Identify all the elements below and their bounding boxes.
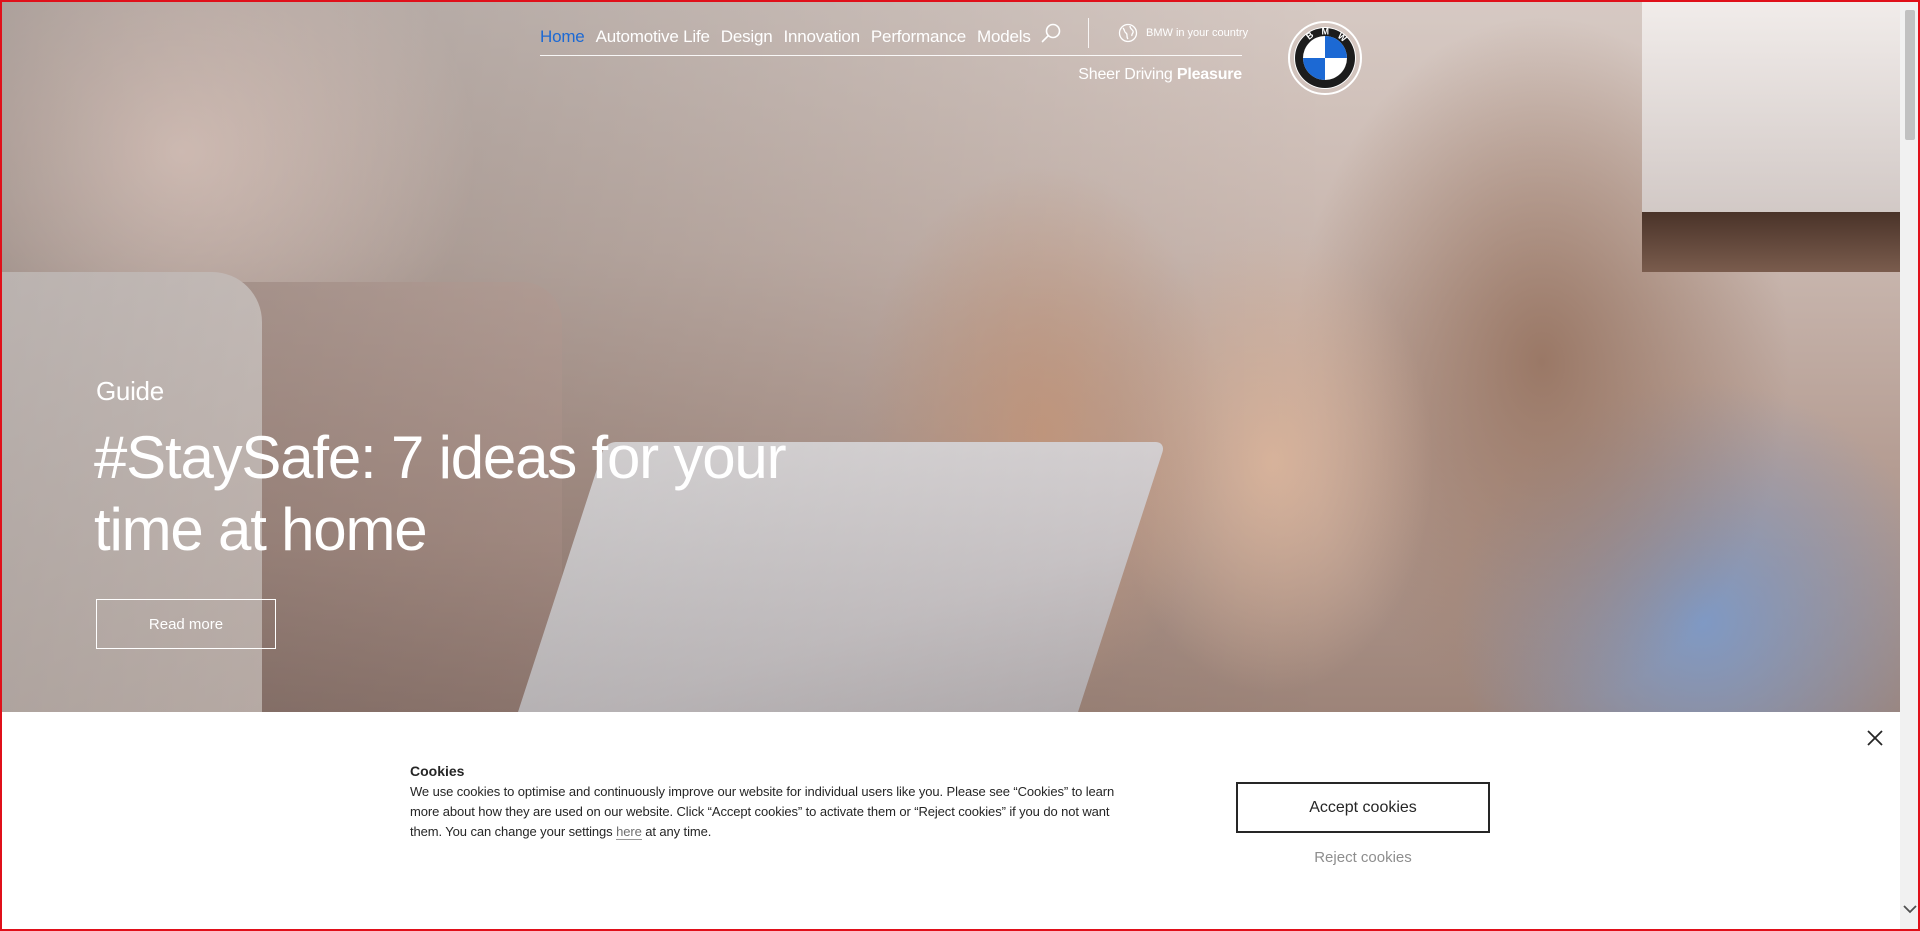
nav-item-home[interactable]: Home — [540, 27, 585, 47]
search-button[interactable] — [1038, 18, 1064, 48]
globe-icon — [1118, 23, 1138, 43]
nav-item-design[interactable]: Design — [721, 27, 773, 47]
hero-category-label: Guide — [96, 376, 164, 406]
chevron-down-icon — [1903, 905, 1917, 914]
tagline-regular: Sheer Driving — [1078, 66, 1173, 83]
svg-text:M: M — [1322, 27, 1330, 37]
hero-image-overlay — [2, 2, 1900, 712]
country-selector-label: BMW in your country — [1146, 27, 1249, 39]
hero-banner: Home Automotive Life Design Innovation P… — [2, 2, 1900, 712]
nav-item-models[interactable]: Models — [977, 27, 1031, 47]
accept-cookies-button[interactable]: Accept cookies — [1236, 782, 1490, 833]
nav-item-automotive-life[interactable]: Automotive Life — [596, 27, 710, 47]
nav-links: Home Automotive Life Design Innovation P… — [540, 22, 1031, 52]
cookie-settings-link[interactable]: here — [616, 824, 642, 840]
cookie-banner-text: We use cookies to optimise and continuou… — [410, 782, 1120, 842]
cookie-text-end: at any time. — [641, 824, 712, 839]
scrollbar-thumb[interactable] — [1905, 10, 1915, 140]
cookie-text-main: We use cookies to optimise and continuou… — [410, 784, 1115, 839]
cookie-banner-title: Cookies — [410, 763, 465, 779]
close-cookie-banner-button[interactable] — [1864, 727, 1886, 749]
tagline-bold: Pleasure — [1176, 66, 1242, 83]
scroll-down-button[interactable] — [1903, 902, 1917, 916]
page-scrollbar[interactable] — [1900, 2, 1918, 929]
cookie-banner: Cookies We use cookies to optimise and c… — [2, 712, 1900, 929]
reject-cookies-button[interactable]: Reject cookies — [1236, 845, 1490, 869]
close-icon — [1867, 730, 1883, 746]
hero-headline: #StaySafe: 7 ideas for your time at home — [94, 424, 787, 563]
brand-tagline: Sheer Driving Pleasure — [1002, 66, 1242, 84]
bmw-roundel-logo: B M W — [1288, 21, 1362, 95]
country-selector[interactable]: BMW in your country — [1118, 22, 1248, 44]
browser-viewport: Home Automotive Life Design Innovation P… — [0, 0, 1920, 931]
main-navigation: Home Automotive Life Design Innovation P… — [540, 18, 1248, 56]
nav-divider — [1088, 18, 1089, 48]
read-more-button[interactable]: Read more — [96, 599, 276, 649]
bmw-logo[interactable]: B M W — [1287, 20, 1363, 96]
nav-item-performance[interactable]: Performance — [871, 27, 966, 47]
search-icon — [1041, 23, 1061, 43]
nav-item-innovation[interactable]: Innovation — [783, 27, 860, 47]
